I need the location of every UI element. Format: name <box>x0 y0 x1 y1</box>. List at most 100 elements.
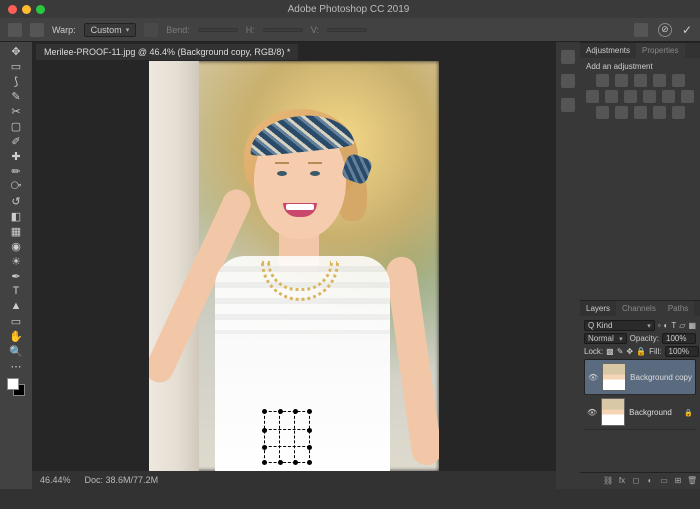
layer-style-icon[interactable]: fx <box>617 476 627 486</box>
lasso-tool[interactable]: ⟆ <box>9 74 23 88</box>
color-panel-icon[interactable] <box>561 50 575 64</box>
clone-stamp-tool[interactable]: ⧂ <box>9 179 23 193</box>
layer-row[interactable]: Background <box>584 395 696 430</box>
h-distort-input[interactable] <box>263 28 303 32</box>
layers-panel-footer: ⛓ fx ◻ ◐ ▭ ⊞ 🗑 <box>580 472 700 489</box>
layer-row[interactable]: Background copy <box>584 359 696 395</box>
filter-shape-icon[interactable]: ▱ <box>679 321 685 330</box>
close-window-button[interactable] <box>8 5 17 14</box>
visibility-toggle-icon[interactable] <box>588 373 598 382</box>
transform-tool-icon[interactable] <box>30 23 44 37</box>
paths-tab[interactable]: Paths <box>662 301 694 316</box>
posterize-icon[interactable] <box>615 106 628 119</box>
visibility-toggle-icon[interactable] <box>587 408 597 417</box>
link-layers-icon[interactable]: ⛓ <box>603 476 613 486</box>
home-icon[interactable] <box>8 23 22 37</box>
cancel-transform-button[interactable]: ⊘ <box>658 23 672 37</box>
brightness-contrast-icon[interactable] <box>596 74 609 87</box>
quick-select-tool[interactable]: ✎ <box>9 89 23 103</box>
brush-tool[interactable]: ✏ <box>9 164 23 178</box>
bend-input[interactable] <box>198 28 238 32</box>
blur-tool[interactable]: ◉ <box>9 239 23 253</box>
path-select-tool[interactable]: ▲ <box>9 299 23 313</box>
v-distort-label: V: <box>311 25 319 35</box>
curves-icon[interactable] <box>634 74 647 87</box>
layers-tab[interactable]: Layers <box>580 301 616 316</box>
maximize-window-button[interactable] <box>36 5 45 14</box>
pen-tool[interactable]: ✒ <box>9 269 23 283</box>
app-title: Adobe Photoshop CC 2019 <box>50 4 647 15</box>
libraries-panel-icon[interactable] <box>561 98 575 112</box>
marquee-tool[interactable]: ▭ <box>9 59 23 73</box>
channels-tab[interactable]: Channels <box>616 301 662 316</box>
layer-thumbnail[interactable] <box>601 398 625 426</box>
new-group-icon[interactable]: ▭ <box>659 476 669 486</box>
eyedropper-tool[interactable]: ✐ <box>9 134 23 148</box>
warp-preset-select[interactable]: Custom <box>84 23 137 37</box>
layer-name[interactable]: Background <box>629 408 672 417</box>
edit-toolbar[interactable]: ⋯ <box>9 359 23 373</box>
crop-tool[interactable]: ✂ <box>9 104 23 118</box>
healing-brush-tool[interactable]: ✚ <box>9 149 23 163</box>
swatches-panel-icon[interactable] <box>561 74 575 88</box>
new-adjustment-icon[interactable]: ◐ <box>645 476 655 486</box>
selective-color-icon[interactable] <box>672 106 685 119</box>
warp-label: Warp: <box>52 25 76 35</box>
vibrance-icon[interactable] <box>672 74 685 87</box>
canvas[interactable] <box>32 61 556 471</box>
dodge-tool[interactable]: ☀ <box>9 254 23 268</box>
delete-layer-icon[interactable]: 🗑 <box>687 476 697 486</box>
type-tool[interactable]: T <box>9 284 23 298</box>
levels-icon[interactable] <box>615 74 628 87</box>
color-balance-icon[interactable] <box>605 90 618 103</box>
document-tab[interactable]: Merilee-PROOF-11.jpg @ 46.4% (Background… <box>36 44 298 60</box>
filter-pixel-icon[interactable]: ▫ <box>658 321 661 330</box>
filter-adj-icon[interactable]: ◐ <box>664 321 669 330</box>
filter-smart-icon[interactable]: ▦ <box>688 321 696 330</box>
color-lookup-icon[interactable] <box>681 90 694 103</box>
v-distort-input[interactable] <box>327 28 367 32</box>
tools-panel: ✥ ▭ ⟆ ✎ ✂ ▢ ✐ ✚ ✏ ⧂ ↺ ◧ ▦ ◉ ☀ ✒ T ▲ ▭ ✋ … <box>0 42 32 489</box>
zoom-level[interactable]: 46.44% <box>40 475 71 485</box>
collapsed-panel-dock <box>556 42 580 489</box>
new-layer-icon[interactable]: ⊞ <box>673 476 683 486</box>
frame-tool[interactable]: ▢ <box>9 119 23 133</box>
zoom-tool[interactable]: 🔍 <box>9 344 23 358</box>
layer-name[interactable]: Background copy <box>630 373 692 382</box>
blend-mode-select[interactable]: Normal <box>584 333 627 344</box>
layer-filter-select[interactable]: Q Kind <box>584 320 655 331</box>
interpolation-icon[interactable] <box>634 23 648 37</box>
fill-input[interactable]: 100% <box>665 346 699 357</box>
status-bar: 46.44% Doc: 38.6M/77.2M <box>32 471 556 489</box>
adjustments-tab[interactable]: Adjustments <box>580 43 636 58</box>
gradient-tool[interactable]: ▦ <box>9 224 23 238</box>
bw-icon[interactable] <box>624 90 637 103</box>
channel-mixer-icon[interactable] <box>662 90 675 103</box>
minimize-window-button[interactable] <box>22 5 31 14</box>
doc-size[interactable]: Doc: 38.6M/77.2M <box>85 475 159 485</box>
move-tool[interactable]: ✥ <box>9 44 23 58</box>
history-brush-tool[interactable]: ↺ <box>9 194 23 208</box>
lock-position-icon[interactable]: ✥ <box>626 347 633 356</box>
color-swatches[interactable] <box>7 378 25 396</box>
lock-transparency-icon[interactable]: ▩ <box>606 347 614 356</box>
invert-icon[interactable] <box>596 106 609 119</box>
filter-type-icon[interactable]: T <box>671 321 676 330</box>
threshold-icon[interactable] <box>634 106 647 119</box>
lock-all-icon[interactable]: 🔒 <box>636 347 646 356</box>
properties-tab[interactable]: Properties <box>636 43 684 58</box>
orientation-toggle-icon[interactable] <box>144 23 158 37</box>
exposure-icon[interactable] <box>653 74 666 87</box>
eraser-tool[interactable]: ◧ <box>9 209 23 223</box>
opacity-input[interactable]: 100% <box>662 333 696 344</box>
warp-grid[interactable] <box>264 411 310 463</box>
lock-pixels-icon[interactable]: ✎ <box>617 347 624 356</box>
commit-transform-button[interactable]: ✓ <box>682 23 692 37</box>
hand-tool[interactable]: ✋ <box>9 329 23 343</box>
photo-filter-icon[interactable] <box>643 90 656 103</box>
layer-mask-icon[interactable]: ◻ <box>631 476 641 486</box>
gradient-map-icon[interactable] <box>653 106 666 119</box>
hue-sat-icon[interactable] <box>586 90 599 103</box>
shape-tool[interactable]: ▭ <box>9 314 23 328</box>
layer-thumbnail[interactable] <box>602 363 626 391</box>
